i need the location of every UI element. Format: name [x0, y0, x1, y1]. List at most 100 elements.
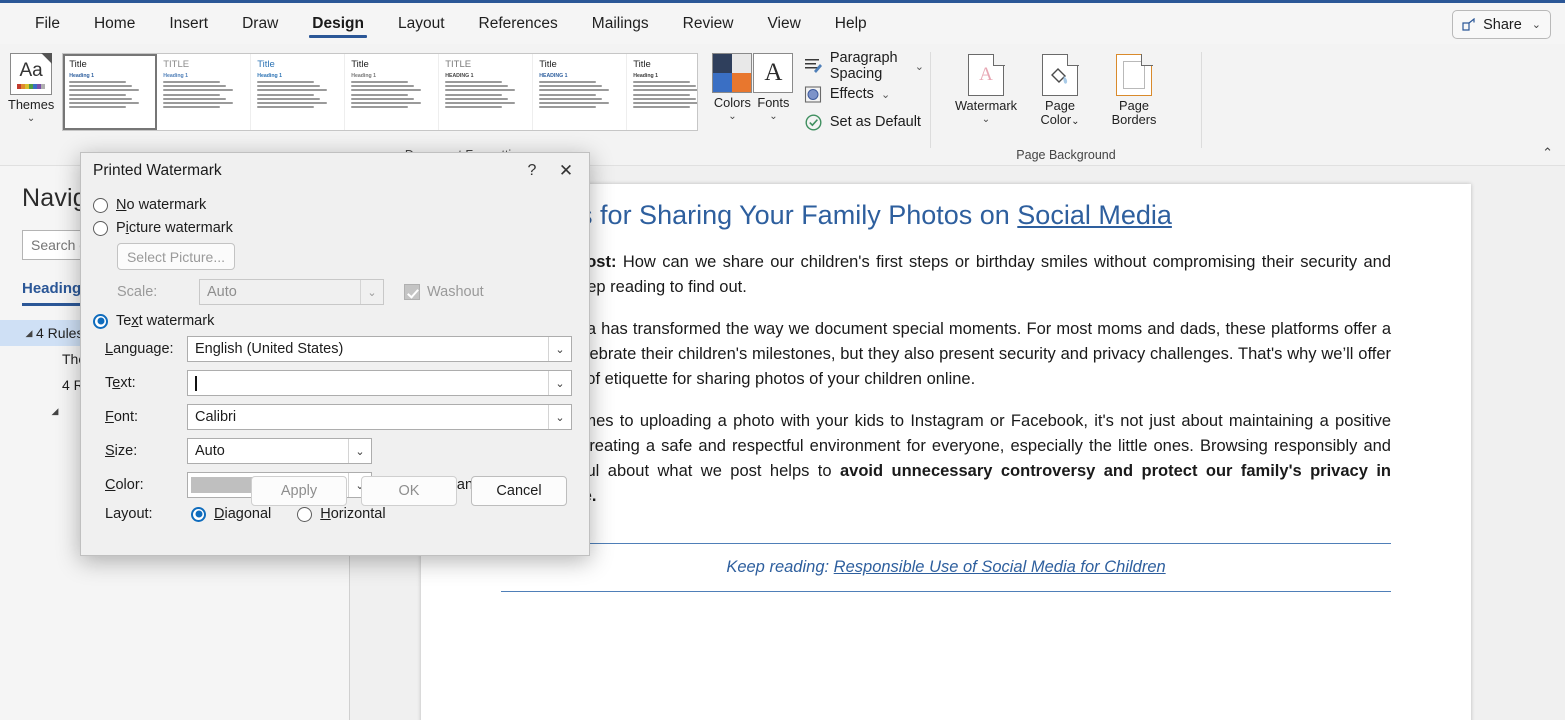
no-watermark-row[interactable]: No watermark: [81, 197, 589, 213]
watermark-button[interactable]: A Watermark ⌄: [949, 49, 1023, 125]
chevron-down-icon[interactable]: ⌄: [548, 371, 571, 395]
page-borders-icon: [1116, 54, 1152, 96]
ribbon-tab-insert[interactable]: Insert: [152, 2, 225, 46]
chevron-down-icon: ⌄: [769, 111, 777, 122]
style-set-thumbnail[interactable]: TITLEHEADING 1: [439, 54, 533, 130]
share-button[interactable]: Share ⌄: [1452, 10, 1551, 39]
text-watermark-row[interactable]: Text watermark: [81, 313, 589, 329]
chevron-down-icon: ⌄: [27, 113, 35, 124]
ribbon-tab-home[interactable]: Home: [77, 2, 152, 46]
ribbon-tab-layout[interactable]: Layout: [381, 2, 462, 46]
ribbon-tab-help[interactable]: Help: [818, 2, 884, 46]
chevron-down-icon[interactable]: ⌄: [548, 337, 571, 361]
no-watermark-radio[interactable]: [93, 198, 108, 213]
word-application-window: FileHomeInsertDrawDesignLayoutReferences…: [0, 0, 1565, 720]
scale-combobox[interactable]: Auto ⌄: [199, 279, 384, 305]
dialog-title: Printed Watermark: [93, 162, 515, 180]
themes-label: Themes: [8, 98, 54, 112]
size-value: Auto: [188, 443, 348, 459]
page-borders-label-bottom: Borders: [1112, 112, 1157, 127]
ribbon-group-document-formatting: Aa Themes ⌄ TitleHeading 1TITLEHeading 1…: [0, 44, 930, 166]
thumbnail-title: Title: [351, 59, 432, 70]
style-set-thumbnail[interactable]: TitleHEADING 1: [533, 54, 627, 130]
washout-checkbox[interactable]: [404, 284, 420, 300]
style-set-thumbnail[interactable]: TitleHeading 1: [251, 54, 345, 130]
effects-icon: [804, 85, 823, 104]
themes-color-swatches: [17, 84, 45, 89]
text-watermark-label: Text watermark: [116, 313, 214, 329]
ribbon-tab-review[interactable]: Review: [666, 2, 751, 46]
layout-diagonal-label: Diagonal: [214, 506, 271, 522]
effects-label: Effects: [830, 86, 874, 102]
chevron-down-icon[interactable]: ⌄: [360, 280, 383, 304]
thumbnail-title: Title: [539, 59, 620, 70]
colors-label: Colors: [714, 96, 751, 110]
colors-button[interactable]: Colors ⌄: [712, 49, 753, 122]
style-set-thumbnail[interactable]: TitleHeading 1: [345, 54, 439, 130]
ribbon-tab-view[interactable]: View: [750, 2, 817, 46]
scale-row: Scale: Auto ⌄ Washout: [81, 279, 589, 305]
chevron-down-icon[interactable]: ⌄: [348, 439, 371, 463]
select-picture-button[interactable]: Select Picture...: [117, 243, 235, 270]
text-combobox[interactable]: ⌄: [187, 370, 572, 396]
thumbnail-title: Title: [257, 59, 338, 70]
page-borders-button[interactable]: Page Borders: [1097, 49, 1171, 127]
chevron-down-icon: ⌄: [1532, 18, 1541, 31]
font-row: Font: Calibri ⌄: [81, 404, 589, 430]
thumbnail-title: TITLE: [445, 59, 526, 70]
language-value: English (United States): [188, 341, 548, 357]
page-color-button[interactable]: Page Color⌄: [1023, 49, 1097, 129]
size-combobox[interactable]: Auto ⌄: [187, 438, 372, 464]
ribbon-tab-references[interactable]: References: [462, 2, 575, 46]
ribbon-tab-file[interactable]: File: [18, 2, 77, 46]
set-as-default-button[interactable]: Set as Default: [804, 111, 930, 133]
font-combobox[interactable]: Calibri ⌄: [187, 404, 572, 430]
ribbon-tab-draw[interactable]: Draw: [225, 2, 295, 46]
close-icon[interactable]: ✕: [549, 156, 583, 186]
style-set-thumbnail[interactable]: TitleHeading 1: [627, 54, 698, 130]
text-watermark-radio[interactable]: [93, 314, 108, 329]
effects-button[interactable]: Effects ⌄: [804, 83, 930, 105]
expand-triangle-icon[interactable]: ◢: [48, 406, 62, 417]
layout-horizontal-radio[interactable]: [297, 507, 312, 522]
thumbnail-body-lines: [257, 81, 338, 108]
language-label: Language:: [105, 341, 187, 357]
callout-hyperlink[interactable]: Responsible Use of Social Media for Chil…: [834, 558, 1166, 576]
set-as-default-label: Set as Default: [830, 114, 921, 130]
color-quadrant: [713, 73, 732, 92]
callout-text: Keep reading: Responsible Use of Social …: [726, 558, 1165, 576]
heading-hyperlink[interactable]: Social Media: [1017, 200, 1172, 230]
style-set-thumbnail[interactable]: TITLEHeading 1: [157, 54, 251, 130]
keep-reading-callout: Keep reading: Responsible Use of Social …: [501, 543, 1391, 592]
style-set-thumbnail[interactable]: TitleHeading 1: [63, 54, 157, 130]
color-quadrant: [732, 54, 751, 73]
ribbon-tab-strip: FileHomeInsertDrawDesignLayoutReferences…: [0, 0, 1565, 44]
layout-diagonal-radio[interactable]: [191, 507, 206, 522]
picture-watermark-row[interactable]: Picture watermark: [81, 220, 589, 236]
help-icon[interactable]: ?: [515, 156, 549, 186]
dialog-title-bar: Printed Watermark ? ✕: [81, 153, 589, 189]
ribbon-tab-mailings[interactable]: Mailings: [575, 2, 666, 46]
collapse-ribbon-button[interactable]: ⌃: [1542, 145, 1553, 161]
paragraph-spacing-button[interactable]: Paragraph Spacing ⌄: [804, 55, 930, 77]
callout-prefix: Keep reading:: [726, 558, 833, 576]
page-color-label-bottom: Color: [1041, 112, 1072, 127]
ribbon: Aa Themes ⌄ TitleHeading 1TITLEHeading 1…: [0, 44, 1565, 166]
themes-icon-text: Aa: [19, 61, 42, 81]
ribbon-tab-design[interactable]: Design: [295, 2, 381, 46]
picture-watermark-label: Picture watermark: [116, 220, 233, 236]
thumbnail-title: Title: [69, 59, 150, 70]
picture-watermark-radio[interactable]: [93, 221, 108, 236]
scale-label: Scale:: [117, 284, 199, 300]
no-watermark-label: No watermark: [116, 197, 206, 213]
share-icon: [1462, 18, 1477, 32]
cancel-button[interactable]: Cancel: [471, 476, 567, 506]
style-set-gallery[interactable]: TitleHeading 1TITLEHeading 1TitleHeading…: [62, 53, 698, 131]
font-label: Font:: [105, 409, 187, 425]
themes-button[interactable]: Aa Themes ⌄: [8, 49, 54, 124]
chevron-down-icon[interactable]: ⌄: [548, 405, 571, 429]
fonts-button[interactable]: A Fonts ⌄: [753, 49, 794, 122]
language-combobox[interactable]: English (United States) ⌄: [187, 336, 572, 362]
document-paragraph-3: When it comes to uploading a photo with …: [501, 409, 1391, 509]
expand-triangle-icon[interactable]: ◢: [22, 328, 36, 339]
